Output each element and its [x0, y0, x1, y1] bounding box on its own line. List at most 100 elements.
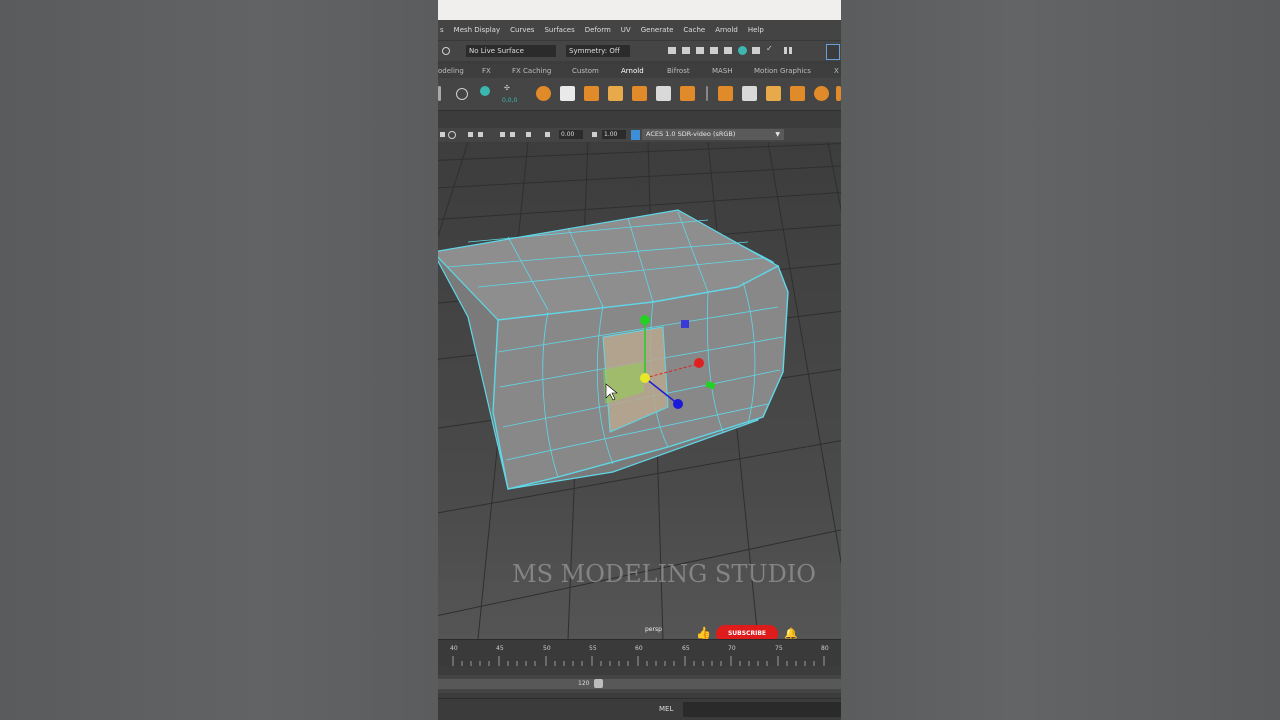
command-language-label[interactable]: MEL	[659, 705, 673, 713]
timeline-tick-label: 65	[682, 645, 690, 652]
color-management-icon[interactable]	[631, 130, 640, 140]
tx-manager-icon[interactable]	[742, 86, 757, 101]
standard-surface-icon[interactable]	[680, 86, 695, 101]
area-light-icon[interactable]	[584, 86, 599, 101]
scale-tool-icon[interactable]: ✣	[504, 84, 518, 96]
exposure-icon[interactable]	[545, 132, 550, 137]
check-icon[interactable]: ✓	[766, 44, 774, 53]
range-slider-handle[interactable]	[594, 679, 603, 688]
menu-item-deform[interactable]: Deform	[585, 26, 611, 34]
color-space-dropdown[interactable]: ACES 1.0 SDR-video (sRGB) ▼	[642, 129, 784, 140]
tab-modeling[interactable]: odeling	[438, 67, 464, 75]
move-tool-icon[interactable]	[456, 88, 468, 100]
timeline-tick-label: 50	[543, 645, 551, 652]
range-end-value: 120	[578, 680, 590, 687]
shelf-handle-icon	[438, 86, 441, 101]
box-icon[interactable]	[766, 86, 781, 101]
grid-icon[interactable]	[448, 131, 456, 139]
render-sequence-icon[interactable]	[682, 47, 690, 54]
tab-x[interactable]: X	[834, 67, 839, 75]
pause-icon[interactable]	[784, 47, 787, 54]
menu-item-generate[interactable]: Generate	[641, 26, 674, 34]
live-surface-dropdown[interactable]: No Live Surface	[466, 45, 556, 57]
shelf-separator-icon	[706, 86, 708, 101]
status-line: No Live Surface Symmetry: Off ✓	[438, 40, 841, 61]
timeline-tick-label: 45	[496, 645, 504, 652]
menu-item-s[interactable]: s	[440, 26, 444, 34]
photometric-light-icon[interactable]	[632, 86, 647, 101]
image-plane-icon[interactable]	[468, 132, 473, 137]
timeline-tick-label: 70	[728, 645, 736, 652]
maya-window: s Mesh Display Curves Surfaces Deform UV…	[438, 0, 841, 720]
tab-arnold[interactable]: Arnold	[621, 67, 644, 75]
tab-bifrost[interactable]: Bifrost	[667, 67, 690, 75]
pause-icon-bar	[789, 47, 792, 54]
menu-item-surfaces[interactable]: Surfaces	[544, 26, 574, 34]
command-input[interactable]	[683, 702, 841, 717]
menu-item-cache[interactable]: Cache	[683, 26, 705, 34]
shelf-tabs: odeling FX FX Caching Custom Arnold Bifr…	[438, 64, 841, 78]
shelf-numeric-label: 0,0,0	[502, 97, 518, 104]
timeline-tick-label: 60	[635, 645, 643, 652]
film-gate-icon[interactable]	[510, 132, 515, 137]
timeline-ticks	[452, 656, 825, 666]
viewport-persp[interactable]: MS MODELING STUDIO	[438, 141, 841, 640]
arnold-renderview-icon[interactable]	[738, 46, 747, 55]
menu-item-help[interactable]: Help	[748, 26, 764, 34]
menu-item-arnold[interactable]: Arnold	[715, 26, 738, 34]
render-settings-icon[interactable]	[710, 47, 718, 54]
render-icon[interactable]	[668, 47, 676, 54]
y-axis-handle[interactable]	[640, 315, 650, 325]
menu-bar: s Mesh Display Curves Surfaces Deform UV…	[438, 20, 841, 40]
timeline-tick-label: 55	[589, 645, 597, 652]
symmetry-dropdown[interactable]: Symmetry: Off	[566, 45, 630, 57]
z-axis-handle[interactable]	[673, 399, 683, 409]
light-editor-icon[interactable]	[752, 47, 760, 54]
color-space-label: ACES 1.0 SDR-video (sRGB)	[646, 130, 736, 138]
timeline-tick-label: 40	[450, 645, 458, 652]
timeline-tick-label: 80	[821, 645, 829, 652]
x-axis-handle[interactable]	[694, 358, 704, 368]
exposure-field[interactable]: 0.00	[559, 130, 583, 139]
camera-icon[interactable]	[440, 132, 445, 137]
gamma-icon[interactable]	[592, 132, 597, 137]
more-shelf-icon[interactable]	[836, 86, 841, 101]
ipr-render-icon[interactable]	[696, 47, 704, 54]
menu-item-mesh-display[interactable]: Mesh Display	[454, 26, 500, 34]
like-icon[interactable]: 👍	[696, 626, 711, 640]
mesh-light-icon[interactable]	[608, 86, 623, 101]
center-handle[interactable]	[640, 373, 650, 383]
menu-item-curves[interactable]: Curves	[510, 26, 534, 34]
gamma-field[interactable]: 1.00	[602, 130, 626, 139]
window-top-strip	[438, 0, 841, 20]
snap-icon[interactable]	[480, 86, 490, 96]
range-slider[interactable]: 120	[438, 675, 841, 693]
time-slider[interactable]: 40 45 50 55 60 65 70 75 80	[438, 639, 841, 666]
tab-mash[interactable]: MASH	[712, 67, 733, 75]
arnold-shelf: ✣ 0,0,0	[438, 78, 841, 111]
skydome-light-icon[interactable]	[560, 86, 575, 101]
chevron-down-icon: ▼	[775, 131, 780, 138]
user-account-icon[interactable]	[826, 44, 840, 60]
safe-action-icon[interactable]	[500, 132, 505, 137]
plane-handle-blue[interactable]	[681, 320, 689, 328]
camera-label: persp	[645, 626, 662, 633]
menu-item-uv[interactable]: UV	[621, 26, 631, 34]
tab-fx-caching[interactable]: FX Caching	[512, 67, 551, 75]
render-sphere-icon[interactable]	[536, 86, 551, 101]
volume-icon[interactable]	[790, 86, 805, 101]
resolution-gate-icon[interactable]	[478, 132, 483, 137]
aov-icon[interactable]	[814, 86, 829, 101]
hypershade-icon[interactable]	[724, 47, 732, 54]
isolate-icon[interactable]	[526, 132, 531, 137]
physical-sky-icon[interactable]	[656, 86, 671, 101]
viewport-scene: MS MODELING STUDIO	[438, 141, 841, 640]
range-slider-track[interactable]	[438, 679, 841, 689]
tab-custom[interactable]: Custom	[572, 67, 599, 75]
tab-motion-graphics[interactable]: Motion Graphics	[754, 67, 811, 75]
undo-icon[interactable]	[442, 47, 450, 55]
texture-icon[interactable]	[718, 86, 733, 101]
panel-toolbar: 0.00 1.00 ACES 1.0 SDR-video (sRGB) ▼	[438, 128, 841, 142]
tab-fx[interactable]: FX	[482, 67, 491, 75]
right-blur-background	[841, 0, 1280, 720]
